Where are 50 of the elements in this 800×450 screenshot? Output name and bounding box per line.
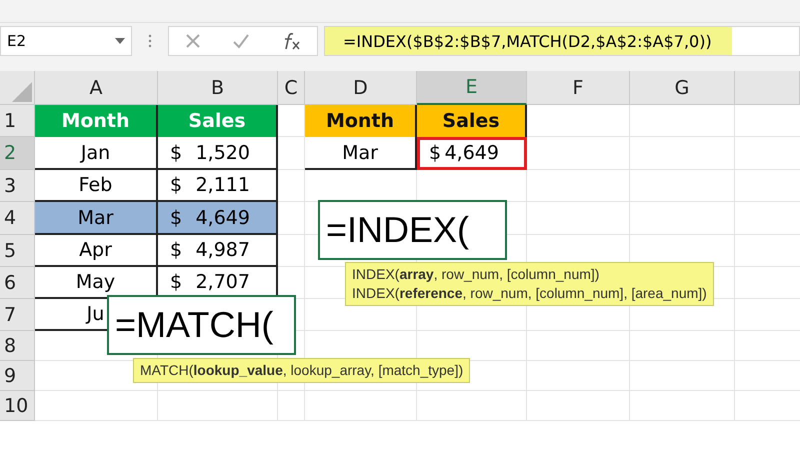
amount: 4,649 (196, 206, 250, 228)
row-header[interactable]: 4 (0, 202, 35, 235)
row-header[interactable]: 8 (0, 331, 35, 361)
caret-icon[interactable] (115, 38, 125, 44)
check-icon[interactable] (232, 33, 250, 49)
amount: 4,987 (196, 239, 250, 261)
amount: 2,111 (196, 174, 250, 196)
function-tooltip: MATCH(lookup_value, lookup_array, [match_type]) (133, 358, 470, 383)
currency-symbol: $ (170, 174, 182, 196)
header-cell: Month (35, 105, 158, 137)
amount: 2,707 (196, 271, 250, 293)
triangle-icon (12, 82, 32, 102)
column-header[interactable] (735, 71, 800, 105)
currency-symbol: $ (170, 206, 182, 228)
row-header[interactable]: 7 (0, 299, 35, 331)
formula-field[interactable]: =INDEX($B$2:$B$7,MATCH(D2,$A$2:$A$7,0)) (324, 26, 800, 56)
row-header[interactable]: 6 (0, 267, 35, 299)
row-header[interactable]: 3 (0, 170, 35, 202)
cancel-icon[interactable] (184, 33, 201, 49)
column-header[interactable]: A (35, 71, 158, 105)
header-cell: Month (305, 105, 417, 137)
select-all-button[interactable] (0, 71, 35, 105)
table-cell: Jan (35, 137, 158, 170)
formula-editor[interactable]: =INDEX( (318, 200, 507, 260)
row-header[interactable]: 5 (0, 235, 35, 267)
table-cell: Mar (305, 137, 417, 170)
currency-symbol: $ (170, 142, 182, 164)
currency-symbol: $ (170, 239, 182, 261)
row-header[interactable]: 2 (0, 137, 35, 170)
table-cell: Apr (35, 235, 158, 267)
table-cell: Mar (35, 202, 158, 235)
currency-symbol: $ (429, 142, 442, 164)
column-header[interactable]: D (305, 71, 417, 105)
name-box[interactable]: E2 (0, 26, 132, 56)
header-cell: Sales (417, 105, 527, 137)
row-header[interactable]: 9 (0, 361, 35, 391)
amount: 4,649 (444, 142, 499, 164)
header-cell: Sales (158, 105, 278, 137)
amount: 1,520 (196, 142, 250, 164)
column-header[interactable]: F (527, 71, 630, 105)
column-header[interactable]: C (278, 71, 305, 105)
column-header[interactable]: B (158, 71, 278, 105)
currency-symbol: $ (170, 271, 182, 293)
row-header[interactable]: 10 (0, 391, 35, 421)
grip-icon (148, 34, 152, 48)
formula-editor[interactable]: =MATCH( (107, 295, 296, 355)
column-header[interactable]: G (630, 71, 735, 105)
row-header[interactable]: 1 (0, 105, 35, 137)
column-header[interactable]: E (417, 71, 527, 105)
function-tooltip: INDEX(array, row_num, [column_num]) INDEX(reference, row_num, [column_num], [area_num]) (345, 262, 714, 306)
